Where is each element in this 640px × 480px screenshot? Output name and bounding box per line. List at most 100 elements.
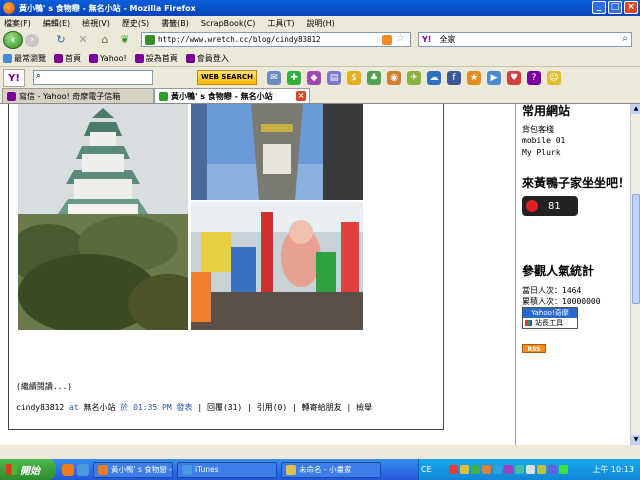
task-paint[interactable]: 未命名 - 小畫家 xyxy=(281,461,381,478)
continue-reading-link[interactable]: (繼續閱讀...) xyxy=(16,381,72,392)
mail-icon[interactable]: ✉ xyxy=(267,70,281,85)
yahoo-icon xyxy=(89,53,98,63)
menu-scrapbook[interactable]: ScrapBook(C) xyxy=(201,19,255,28)
game-icon[interactable]: ♣ xyxy=(367,70,381,85)
close-tab-icon[interactable]: × xyxy=(296,91,306,101)
rss-badge[interactable]: RSS xyxy=(522,344,546,353)
star-icon[interactable]: ★ xyxy=(467,70,481,85)
tray-icon[interactable] xyxy=(504,465,513,474)
separator: | xyxy=(292,403,297,412)
sidebar-link-mobile01[interactable]: mobile 01 xyxy=(522,136,565,145)
bookmark-yahoo[interactable]: Yahoo! xyxy=(89,53,127,63)
volume-icon[interactable] xyxy=(526,465,535,474)
menu-file[interactable]: 檔案(F) xyxy=(4,18,31,29)
url-text: http://www.wretch.cc/blog/cindy83812 xyxy=(158,35,321,44)
yahoo-toolbar-tools: ✉ ✚ ◆ ▤ $ ♣ ◉ ✈ ☁ f ★ ▶ ♥ ? ☺ xyxy=(267,70,561,85)
video-icon[interactable]: ▶ xyxy=(487,70,501,85)
bookmark-icon xyxy=(3,53,12,63)
yahoo-search-input[interactable]: ⌕ xyxy=(33,70,153,85)
scroll-up-icon[interactable]: ▲ xyxy=(631,104,640,114)
sidebar-heading-stats: 參觀人氣統計 xyxy=(522,264,595,278)
search-input[interactable]: 全家 xyxy=(439,34,455,45)
sidebar-link-plurk[interactable]: My Plurk xyxy=(522,148,561,157)
scroll-down-icon[interactable]: ▼ xyxy=(631,435,640,445)
report-link[interactable]: 檢舉 xyxy=(356,403,372,412)
street-photo[interactable] xyxy=(191,202,363,330)
yahoo-icon xyxy=(54,53,63,63)
tray-icon[interactable] xyxy=(460,465,469,474)
back-button[interactable]: ‹ xyxy=(3,31,23,49)
tray-icon[interactable] xyxy=(537,465,546,474)
forward-button[interactable]: › xyxy=(25,34,39,47)
menu-bookmarks[interactable]: 書籤(B) xyxy=(161,18,189,29)
menu-history[interactable]: 歷史(S) xyxy=(122,18,149,29)
home-icon[interactable]: ⌂ xyxy=(98,33,112,47)
vertical-scrollbar[interactable]: ▲ ▼ xyxy=(630,104,640,445)
news-icon[interactable]: ▤ xyxy=(327,70,341,85)
start-button[interactable]: 開始 xyxy=(0,459,56,480)
weather-icon[interactable]: ☁ xyxy=(427,70,441,85)
tray-icon[interactable] xyxy=(482,465,491,474)
tray-icon[interactable] xyxy=(559,465,568,474)
reload-icon[interactable]: ↻ xyxy=(54,33,68,47)
street-illustration xyxy=(191,202,363,330)
tray-icon[interactable] xyxy=(471,465,480,474)
plus-icon[interactable]: ✚ xyxy=(287,70,301,85)
finance-icon[interactable]: $ xyxy=(347,70,361,85)
tab-blog[interactable]: 黃小鴨' s 食物戀 - 無名小站 × xyxy=(154,88,310,103)
smiley-icon[interactable]: ☺ xyxy=(547,70,561,85)
web-search-button[interactable]: WEB SEARCH xyxy=(197,70,257,85)
maximize-button[interactable]: □ xyxy=(608,1,622,14)
cite-link[interactable]: 引用(0) xyxy=(257,403,287,412)
tray-icon[interactable] xyxy=(493,465,502,474)
network-icon[interactable] xyxy=(548,465,557,474)
task-itunes[interactable]: iTunes xyxy=(177,461,277,478)
yahoo-logo-icon[interactable]: Y! xyxy=(3,68,25,87)
castle-illustration xyxy=(18,104,188,330)
castle-photo[interactable] xyxy=(18,104,188,330)
paint-icon xyxy=(286,464,296,475)
tray-icon[interactable] xyxy=(449,465,458,474)
yahoo-answers-icon[interactable]: ? xyxy=(527,70,541,85)
scrollbar-thumb[interactable] xyxy=(632,194,640,304)
tray-icon[interactable] xyxy=(515,465,524,474)
firefox-launch-icon[interactable] xyxy=(62,463,74,476)
stop-icon[interactable]: ✕ xyxy=(76,33,90,47)
menu-tools[interactable]: 工具(T) xyxy=(267,18,294,29)
post-blog-name[interactable]: 無名小站 xyxy=(83,403,115,412)
close-button[interactable]: × xyxy=(624,1,638,14)
travel-icon[interactable]: ✈ xyxy=(407,70,421,85)
search-icon[interactable]: ⌕ xyxy=(622,33,628,44)
bookmark-star-icon[interactable]: ☆ xyxy=(396,33,405,44)
ie-launch-icon[interactable] xyxy=(77,463,89,476)
counter-value: 81 xyxy=(548,200,561,212)
forward-link[interactable]: 轉寄給朋友 xyxy=(302,403,342,412)
menu-view[interactable]: 檢視(V) xyxy=(82,18,110,29)
search-bar[interactable]: Y! 全家 ⌕ xyxy=(418,32,632,47)
reply-link[interactable]: 回覆(31) xyxy=(207,403,242,412)
bookmark-most-visited[interactable]: 最常瀏覽 xyxy=(3,53,46,64)
post-author[interactable]: cindy83812 xyxy=(16,403,64,412)
ime-indicator[interactable]: CE xyxy=(421,465,437,474)
tab-yahoo-mail[interactable]: 寫信 - Yahoo! 奇摩電子信箱 xyxy=(2,88,154,103)
shopping-icon[interactable]: ◉ xyxy=(387,70,401,85)
visitor-counter[interactable]: 81 xyxy=(522,196,578,216)
leaf-icon[interactable]: ❦ xyxy=(118,33,132,47)
bookmark-icon[interactable]: ♥ xyxy=(507,70,521,85)
rss-feed-icon[interactable] xyxy=(382,35,392,45)
url-bar[interactable]: http://www.wretch.cc/blog/cindy83812 ☆ xyxy=(141,32,411,47)
bookmark-set-home[interactable]: 設為首頁 xyxy=(134,53,178,64)
sidebar-link-backpackers[interactable]: 背包客棧 xyxy=(522,124,554,135)
search-engine-icon[interactable]: Y! xyxy=(422,35,431,44)
yahoo-webmaster-widget[interactable]: Yahoo!奇摩 站長工具 xyxy=(522,307,578,329)
task-firefox[interactable]: 黃小鴨' s 食物戀 - ... xyxy=(93,461,173,478)
menu-edit[interactable]: 編輯(E) xyxy=(43,18,70,29)
bookmark-home[interactable]: 首頁 xyxy=(54,53,81,64)
menu-help[interactable]: 說明(H) xyxy=(307,18,335,29)
facebook-icon[interactable]: f xyxy=(447,70,461,85)
minimize-button[interactable]: _ xyxy=(592,1,606,14)
messenger-icon[interactable]: ◆ xyxy=(307,70,321,85)
bookmark-login[interactable]: 會員登入 xyxy=(185,53,229,64)
tower-photo[interactable] xyxy=(191,104,363,200)
post-time[interactable]: 01:35 PM xyxy=(133,403,172,412)
